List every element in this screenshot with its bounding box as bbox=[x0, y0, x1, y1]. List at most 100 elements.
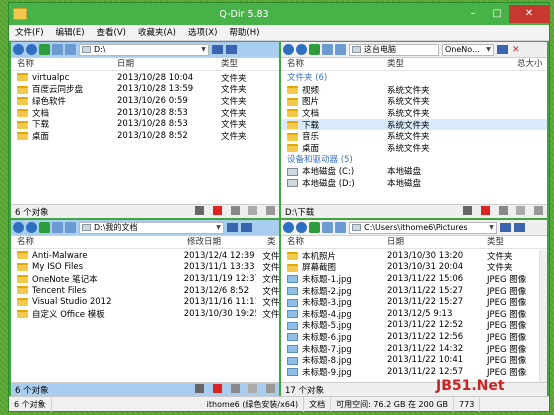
new-folder-icon[interactable] bbox=[52, 44, 63, 55]
minimize-button[interactable]: – bbox=[461, 5, 485, 23]
list-item[interactable]: 本地磁盘 (C:) 本地磁盘 bbox=[281, 166, 547, 177]
back-icon[interactable] bbox=[283, 44, 294, 55]
lightning-icon[interactable] bbox=[195, 205, 205, 215]
list-item[interactable]: Tencent Files 2013/12/6 8:52 文件 bbox=[11, 285, 279, 297]
col-name[interactable]: 名称 bbox=[11, 58, 111, 70]
columns-icon[interactable] bbox=[514, 223, 525, 232]
lightning-icon[interactable] bbox=[463, 205, 473, 215]
paste-icon[interactable] bbox=[266, 205, 275, 215]
forward-icon[interactable] bbox=[296, 44, 307, 55]
view-icon[interactable] bbox=[335, 222, 346, 233]
back-icon[interactable] bbox=[283, 222, 294, 233]
address-bar[interactable]: C:\Users\ithome6\Pictures ▼ bbox=[349, 221, 497, 234]
col-name[interactable]: 名称 bbox=[281, 58, 381, 70]
forward-icon[interactable] bbox=[296, 222, 307, 233]
new-folder-icon[interactable] bbox=[52, 222, 63, 233]
list-item[interactable]: 未标题-8.jpg 2013/11/22 10:41 JPEG 图像 bbox=[281, 354, 547, 366]
col-type[interactable]: 类 bbox=[261, 236, 276, 248]
up-folder-icon[interactable] bbox=[39, 44, 50, 55]
new-folder-icon[interactable] bbox=[322, 222, 333, 233]
delete-icon[interactable] bbox=[480, 205, 490, 215]
col-size[interactable]: 总大小 bbox=[511, 58, 543, 70]
columns-icon[interactable] bbox=[226, 45, 237, 54]
list-item[interactable]: 下载 系统文件夹 bbox=[281, 118, 547, 131]
list-item[interactable]: 未标题-4.jpg 2013/12/5 9:13 JPEG 图像 bbox=[281, 308, 547, 320]
delete-icon[interactable] bbox=[212, 205, 222, 215]
copy-icon[interactable] bbox=[248, 383, 258, 393]
list-item[interactable]: Anti-Malware 2013/12/4 12:39 文件 bbox=[11, 250, 279, 262]
forward-icon[interactable] bbox=[26, 44, 37, 55]
col-date[interactable]: 修改日期 bbox=[181, 236, 261, 248]
list-item[interactable]: 下载 2013/10/28 8:53 文件夹 bbox=[11, 118, 279, 130]
address-bar[interactable]: D:\ ▼ bbox=[79, 43, 209, 56]
col-type[interactable]: 类型 bbox=[215, 58, 271, 70]
view-icon[interactable] bbox=[335, 44, 346, 55]
list-item[interactable]: 未标题-2.jpg 2013/11/22 15:27 JPEG 图像 bbox=[281, 285, 547, 297]
list-item[interactable]: 未标题-6.jpg 2013/11/22 12:56 JPEG 图像 bbox=[281, 331, 547, 343]
group-header[interactable]: 文件夹 (6) bbox=[281, 72, 547, 84]
col-name[interactable]: 名称 bbox=[281, 236, 381, 248]
view-icon[interactable] bbox=[65, 222, 76, 233]
list-item[interactable]: 绿色软件 2013/10/26 0:59 文件夹 bbox=[11, 95, 279, 107]
list-item[interactable]: 未标题-5.jpg 2013/11/22 12:52 JPEG 图像 bbox=[281, 320, 547, 331]
layout-icon[interactable] bbox=[497, 45, 508, 54]
col-date[interactable]: 日期 bbox=[111, 58, 215, 70]
menu-file[interactable]: 文件(F) bbox=[9, 25, 50, 41]
copy-icon[interactable] bbox=[248, 205, 258, 215]
list-item[interactable]: 视频 系统文件夹 bbox=[281, 84, 547, 96]
chevron-down-icon[interactable]: ▼ bbox=[484, 46, 493, 53]
list-item[interactable]: virtualpc 2013/10/28 10:04 文件夹 bbox=[11, 72, 279, 84]
menu-favorites[interactable]: 收藏夹(A) bbox=[132, 25, 182, 41]
layout-icon[interactable] bbox=[212, 45, 223, 54]
close-pane-icon[interactable]: ✕ bbox=[512, 45, 520, 55]
close-button[interactable]: ✕ bbox=[509, 5, 549, 23]
layout-icon[interactable] bbox=[500, 223, 511, 232]
forward-icon[interactable] bbox=[26, 222, 37, 233]
cut-icon[interactable] bbox=[230, 383, 240, 393]
address-bar[interactable]: D:\我的文档 ▼ bbox=[79, 221, 224, 234]
chevron-down-icon[interactable]: ▼ bbox=[199, 46, 208, 53]
cut-icon[interactable] bbox=[230, 205, 240, 215]
menu-help[interactable]: 帮助(H) bbox=[223, 25, 265, 41]
list-item[interactable]: 文档 系统文件夹 bbox=[281, 107, 547, 119]
col-name[interactable]: 名称 bbox=[11, 236, 181, 248]
menu-edit[interactable]: 编辑(E) bbox=[50, 25, 91, 41]
list-item[interactable]: 桌面 2013/10/28 8:52 文件夹 bbox=[11, 130, 279, 142]
list-item[interactable]: 图片 系统文件夹 bbox=[281, 96, 547, 107]
list-item[interactable]: 未标题-7.jpg 2013/11/22 14:32 JPEG 图像 bbox=[281, 343, 547, 355]
col-date[interactable]: 日期 bbox=[381, 236, 481, 248]
list-item[interactable]: 未标题-1.jpg 2013/11/22 15:06 JPEG 图像 bbox=[281, 273, 547, 285]
address-bar[interactable]: 这台电脑 bbox=[349, 43, 439, 56]
lightning-icon[interactable] bbox=[195, 383, 205, 393]
back-icon[interactable] bbox=[13, 44, 24, 55]
list-item[interactable]: 本机照片 2013/10/30 13:20 文件夹 bbox=[281, 250, 547, 262]
menu-options[interactable]: 选项(X) bbox=[182, 25, 223, 41]
col-type[interactable]: 类型 bbox=[481, 236, 504, 248]
list-item[interactable]: OneNote 笔记本 2013/11/19 12:37 文件 bbox=[11, 273, 279, 285]
layout-icon[interactable] bbox=[227, 223, 238, 232]
list-item[interactable]: My ISO Files 2013/11/1 13:33 文件 bbox=[11, 262, 279, 273]
col-type[interactable]: 类型 bbox=[381, 58, 511, 70]
up-folder-icon[interactable] bbox=[39, 222, 50, 233]
maximize-button[interactable]: □ bbox=[485, 5, 509, 23]
list-item[interactable]: 本地磁盘 (D:) 本地磁盘 bbox=[281, 177, 547, 189]
list-item[interactable]: 屏幕截图 2013/10/31 20:04 文件夹 bbox=[281, 262, 547, 273]
paste-icon[interactable] bbox=[534, 205, 543, 215]
list-item[interactable]: Visual Studio 2012 2013/11/16 11:11 文件 bbox=[11, 296, 279, 308]
paste-icon[interactable] bbox=[266, 383, 275, 393]
columns-icon[interactable] bbox=[241, 223, 252, 232]
new-folder-icon[interactable] bbox=[322, 44, 333, 55]
vertical-scrollbar[interactable] bbox=[539, 250, 547, 382]
up-folder-icon[interactable] bbox=[309, 44, 320, 55]
back-icon[interactable] bbox=[13, 222, 24, 233]
cut-icon[interactable] bbox=[498, 205, 508, 215]
copy-icon[interactable] bbox=[516, 205, 526, 215]
list-item[interactable]: 未标题-9.jpg 2013/11/22 12:57 JPEG 图像 bbox=[281, 366, 547, 378]
list-item[interactable]: 音乐 系统文件夹 bbox=[281, 130, 547, 142]
list-item[interactable]: 未标题-3.jpg 2013/11/22 15:27 JPEG 图像 bbox=[281, 296, 547, 308]
up-folder-icon[interactable] bbox=[309, 222, 320, 233]
list-item[interactable]: 桌面 系统文件夹 bbox=[281, 142, 547, 154]
chevron-down-icon[interactable]: ▼ bbox=[214, 224, 223, 231]
group-header[interactable]: 设备和驱动器 (5) bbox=[281, 154, 547, 166]
list-item[interactable]: 文档 2013/10/28 8:53 文件夹 bbox=[11, 107, 279, 119]
